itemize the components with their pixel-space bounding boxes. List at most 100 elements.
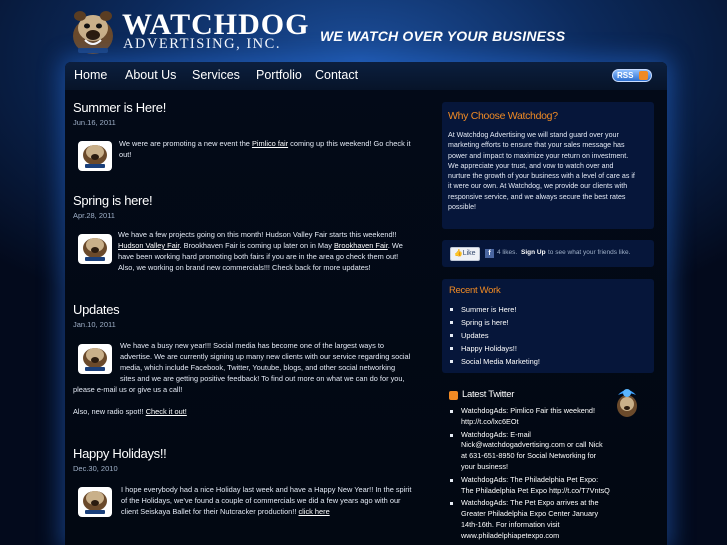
post-text: . Brookhaven Fair is coming up later on … [179,241,334,250]
why-choose-title: Why Choose Watchdog? [448,110,558,122]
post-body-line: client Seiskaya Ballet for their Nutcrac… [121,506,330,517]
post-title[interactable]: Spring is here! [73,193,423,208]
tweet-item[interactable]: WatchdogAds: E-mail Nick@watchdogadverti… [450,430,642,473]
post-body-line: We have a few projects going on this mon… [118,229,428,240]
facebook-signup-link[interactable]: Sign Up [521,249,546,256]
post-body-line: of the Holidays, we've found a couple of… [121,496,401,505]
nav-portfolio[interactable]: Portfolio [256,68,302,82]
post-body-line: please e-mail us or give us a call! [73,385,183,394]
latest-twitter-box: Latest Twitter WatchdogAds: Pimlico Fair… [442,383,654,545]
tweet-line: WatchdogAds: The Pet Expo arrives at the [461,498,599,508]
rss-button[interactable]: RSS [612,69,652,82]
tweet-line: at 631-651-8950 for Social Networking fo… [461,451,597,461]
post-text: out! [119,150,132,159]
page: WATCHDOG ADVERTISING, INC. WE WATCH OVER… [0,0,727,545]
post-body-line: media, which include Facebook, Twitter, … [120,363,396,372]
tweet-line: WatchdogAds: The Philadelphia Pet Expo: [461,474,599,484]
hudson-valley-fair-link[interactable]: Hudson Valley Fair [118,241,179,250]
like-hint-text: to see what your friends like. [548,249,631,256]
pimlico-fair-link[interactable]: Pimlico fair [252,139,288,148]
facebook-like-box: 👍Like f 4 likes. Sign Up to see what you… [442,240,654,267]
recent-work-item[interactable]: Updates [450,329,540,342]
post-date: Jun.16, 2011 [73,118,116,127]
post-text: We have a few projects going on this mon… [118,230,397,239]
tagline: WE WATCH OVER YOUR BUSINESS [320,28,566,44]
post-text: . We [387,241,403,250]
post-body-line: Also, we working on brand new commercial… [118,262,428,273]
nav-contact[interactable]: Contact [315,68,358,82]
post-date: Apr.28, 2011 [73,211,115,220]
why-line: possible! [448,203,476,212]
post-text: Also, we working on brand new commercial… [118,263,371,272]
recent-work-item[interactable]: Summer is Here! [450,303,540,316]
post-text: We were are promoting a new event the [119,139,252,148]
like-count: 4 likes. [497,249,518,256]
post-title[interactable]: Happy Holidays!! [73,446,423,461]
post-text: Also, new radio spot!! [73,407,146,416]
tweet-item[interactable]: WatchdogAds: The Pet Expo arrives at the… [450,498,642,541]
latest-twitter-title: Latest Twitter [462,389,515,400]
click-here-link[interactable]: click here [298,507,329,516]
post-body-line: advertise. We are currently signing up m… [120,352,411,361]
content-box: Home About Us Services Portfolio Contact… [65,62,667,545]
post-body-line: I hope everybody had a nice Holiday last… [121,485,412,494]
post-body-line: We have a busy new year!!! Social media … [120,341,385,350]
rss-icon[interactable] [449,391,458,400]
why-choose-text: At Watchdog Advertising we will stand gu… [448,130,652,212]
recent-work-list: Summer is Here! Spring is here! Updates … [450,303,540,368]
tweet-line: WatchdogAds: E-mail [461,429,531,439]
tweet-list: WatchdogAds: Pimlico Fair this weekend! … [450,406,642,544]
post-holidays: Happy Holidays!! Dec.30, 2010 I hope eve… [73,446,423,545]
nav-home[interactable]: Home [74,68,107,82]
tweet-item[interactable]: WatchdogAds: The Philadelphia Pet Expo: … [450,475,642,497]
tweet-line: 14th-16th. For information visit [461,519,560,529]
why-line: nurture the growth of your business with… [448,172,635,181]
post-title[interactable]: Summer is Here! [73,100,423,115]
post-text: client Seiskaya Ballet for their Nutcrac… [121,507,299,516]
tweet-line: Greater Philadelphia Expo Center January [461,509,599,519]
why-line: We appreciate your trust, and vow to wat… [448,161,614,170]
site-header: WATCHDOG ADVERTISING, INC. WE WATCH OVER… [0,0,727,60]
post-updates: Updates Jan.10, 2011 We have a busy new … [73,302,423,422]
post-body: We have a few projects going on this mon… [118,229,428,273]
rss-icon [639,71,648,80]
nav-services[interactable]: Services [192,68,240,82]
recent-work-title: Recent Work [449,285,501,296]
tweet-line: WatchdogAds: Pimlico Fair this weekend! [461,406,595,415]
post-footnote: Also, new radio spot!! Check it out! [73,406,187,417]
tweet-item[interactable]: WatchdogAds: Pimlico Fair this weekend! … [450,406,642,428]
logo-subtitle[interactable]: ADVERTISING, INC. [123,36,281,53]
why-line: At Watchdog Advertising we will stand gu… [448,131,619,139]
nav-about-us[interactable]: About Us [125,68,176,82]
why-line: marketing efforts to ensure that your sa… [448,141,625,150]
post-text: coming up this weekend! Go check it [288,139,411,148]
post-title[interactable]: Updates [73,302,423,317]
recent-work-box: Recent Work Summer is Here! Spring is he… [442,279,654,373]
brookhaven-fair-link[interactable]: Brookhaven Fair [334,241,388,250]
main-nav: Home About Us Services Portfolio Contact… [65,62,667,90]
radio-spot-link[interactable]: Check it out! [146,407,187,416]
post-body: We were are promoting a new event the Pi… [119,138,429,160]
bulldog-thumbnail-icon [78,487,112,517]
facebook-icon: f [485,249,494,258]
post-spring: Spring is here! Apr.28, 2011 We have a f… [73,193,423,283]
post-text: have been working hard promoting both fa… [118,252,399,261]
why-choose-box: Why Choose Watchdog? At Watchdog Adverti… [442,102,654,229]
post-date: Dec.30, 2010 [73,464,118,473]
bulldog-thumbnail-icon [78,344,112,374]
why-line: responsive service, and we always secure… [448,192,626,201]
bulldog-thumbnail-icon [78,234,112,264]
tweet-line: The Philadelphia Pet Expo http://t.co/T7… [461,485,610,495]
recent-work-item[interactable]: Spring is here! [450,316,540,329]
bulldog-logo-icon[interactable] [68,6,118,56]
tweet-line: www.philadelphiapetexpo.com [461,530,560,540]
tweet-line: http://t.co/lxc6EOt [461,416,519,426]
rss-label: RSS [617,71,634,80]
post-body-line: We were are promoting a new event the Pi… [119,138,429,149]
recent-work-item[interactable]: Social Media Marketing! [450,355,540,368]
recent-work-item[interactable]: Happy Holidays!! [450,342,540,355]
post-body-line: have been working hard promoting both fa… [118,251,428,262]
post-body-line: Hudson Valley Fair. Brookhaven Fair is c… [118,240,428,251]
facebook-like-button[interactable]: 👍Like [450,247,480,261]
post-body-line: sites and we are getting positive feedba… [120,374,405,383]
